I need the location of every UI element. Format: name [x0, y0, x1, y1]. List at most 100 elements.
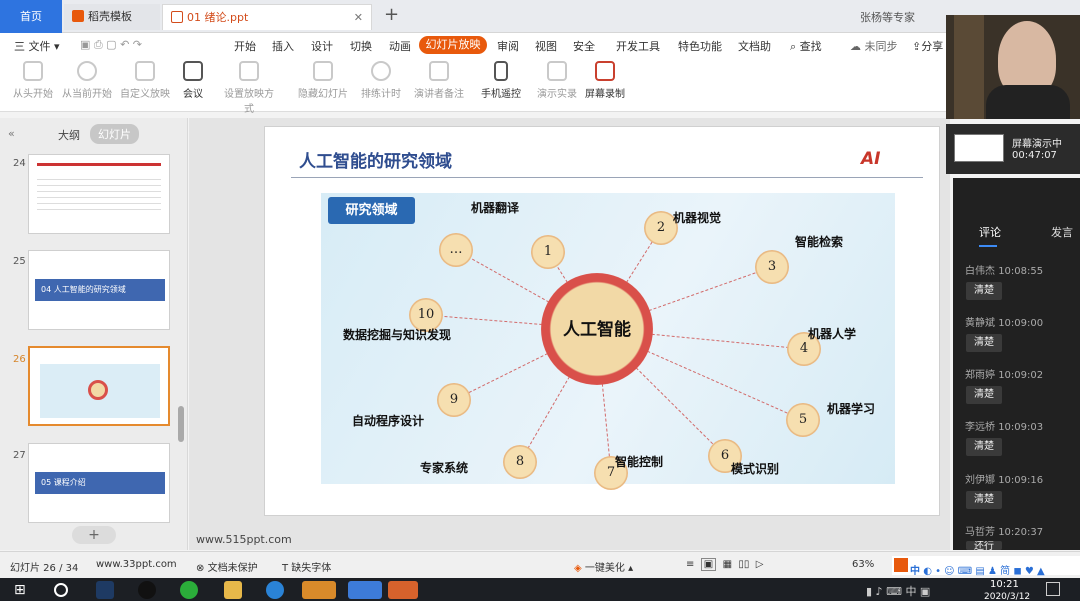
menu-security[interactable]: 安全: [573, 38, 595, 54]
clock-time[interactable]: 10:21: [990, 579, 1019, 590]
menu-insert[interactable]: 插入: [272, 38, 294, 54]
menu-developer[interactable]: 开发工具: [616, 38, 660, 54]
qq-icon[interactable]: [138, 581, 156, 599]
protect-status[interactable]: ⊗ 文档未保护: [196, 559, 258, 574]
record-demo-label: 演示实录: [537, 89, 577, 100]
meeting-app-icon[interactable]: [302, 581, 336, 599]
hide-slide-button[interactable]: 隐藏幻灯片: [294, 61, 352, 100]
tab-slides[interactable]: 幻灯片: [90, 124, 139, 144]
menu-slideshow[interactable]: 幻灯片放映: [419, 36, 487, 54]
ai-logo: AI: [861, 149, 881, 169]
menu-doc-helper[interactable]: 文档助: [738, 38, 771, 54]
play-from-start-button[interactable]: 从头开始: [4, 61, 62, 100]
chat-user: 郑雨婷: [965, 370, 995, 381]
menu-start[interactable]: 开始: [234, 38, 256, 54]
chat-time: 10:09:03: [998, 422, 1044, 433]
shield-icon: ⊗: [196, 563, 205, 574]
chat-user: 马哲芳: [965, 527, 995, 538]
menu-animation[interactable]: 动画: [389, 38, 411, 54]
slide-title[interactable]: 人工智能的研究领域: [299, 147, 452, 172]
share-label: 分享: [921, 40, 944, 53]
play-from-start-label: 从头开始: [13, 89, 53, 100]
ribbon-toolbar: 从头开始 从当前开始 自定义放映 会议 设置放映方式 隐藏幻灯片 排练计时 演讲…: [0, 57, 950, 115]
search-icon[interactable]: [54, 583, 68, 597]
menu-view[interactable]: 视图: [535, 38, 557, 54]
ie-icon[interactable]: [266, 581, 284, 599]
menu-file[interactable]: 三 文件 ▾: [14, 38, 60, 54]
clock-date[interactable]: 2020/3/12: [984, 592, 1030, 601]
research-node-label: 机器学习: [827, 402, 876, 416]
screen-record-button[interactable]: 屏幕录制: [576, 61, 634, 100]
panel-scrollbar[interactable]: [178, 406, 184, 442]
thumb-hub: [88, 380, 108, 400]
research-node-label: 专家系统: [420, 461, 469, 475]
tray-icons[interactable]: ▮ ♪ ⌨ 中 ▣: [866, 583, 930, 599]
wps-presentation-icon[interactable]: [388, 581, 418, 599]
beautify-button[interactable]: ◈ 一键美化 ▴: [574, 559, 633, 574]
close-tab-icon[interactable]: ✕: [354, 5, 363, 31]
phone-remote-button[interactable]: 手机遥控: [472, 61, 530, 100]
wechat-icon[interactable]: [180, 581, 198, 599]
slide-thumbnail-26[interactable]: [28, 346, 170, 426]
zoom-level[interactable]: 63%: [852, 559, 874, 570]
research-node-more: …: [439, 233, 473, 267]
ime-toolbar[interactable]: 中 ◐ • ☺ ⌨ ▤ ♟ 简 ◼ ♥ ▲: [892, 556, 1080, 577]
share-button[interactable]: ⇪分享: [912, 38, 943, 54]
share-preview[interactable]: [954, 134, 1004, 162]
notification-icon[interactable]: [1046, 582, 1060, 596]
slide-number: 25: [13, 256, 26, 267]
account-name[interactable]: 张杨等专家: [860, 9, 915, 25]
font-icon: T: [282, 563, 289, 574]
tab-document-label: 01 绪论.ppt: [187, 11, 249, 24]
slide-thumbnail-25[interactable]: 04 人工智能的研究领域: [28, 250, 170, 330]
chat-reply: 还行: [966, 541, 1002, 550]
notes-view-icon[interactable]: ≡: [686, 559, 694, 570]
menu-review[interactable]: 审阅: [497, 38, 519, 54]
menu-special[interactable]: 特色功能: [678, 38, 722, 54]
wps-writer-icon[interactable]: [348, 581, 382, 599]
folder-icon[interactable]: [224, 581, 242, 599]
photoshop-icon[interactable]: [96, 581, 114, 599]
ime-tool-icons[interactable]: ◐ • ☺ ⌨ ▤ ♟ 简 ◼ ♥ ▲: [923, 566, 1044, 577]
view-switcher[interactable]: ≡ ▣ ▦ ▯▯ ▷: [686, 558, 764, 571]
hide-slide-label: 隐藏幻灯片: [298, 89, 348, 100]
search-button[interactable]: ⌕ 查找: [790, 38, 822, 54]
sync-status[interactable]: ☁ 未同步: [850, 38, 898, 54]
reading-view-icon[interactable]: ▯▯: [738, 559, 749, 570]
rehearse-timing-button[interactable]: 排练计时: [352, 61, 410, 100]
slideshow-view-icon[interactable]: ▷: [756, 559, 764, 570]
tab-document[interactable]: 01 绪论.ppt ✕: [162, 4, 372, 30]
tab-comment[interactable]: 评论: [979, 224, 1001, 240]
template-site[interactable]: www.33ppt.com: [96, 559, 177, 570]
meeting-button[interactable]: 会议: [164, 61, 222, 100]
missing-font[interactable]: T 缺失字体: [282, 559, 331, 574]
slide-thumbnail-24[interactable]: [28, 154, 170, 234]
ime-mode[interactable]: 中: [910, 566, 920, 577]
tab-template[interactable]: 稻壳模板: [64, 4, 160, 30]
add-slide-button[interactable]: +: [72, 526, 116, 544]
tab-outline[interactable]: 大纲: [58, 127, 80, 143]
slideshow-settings-button[interactable]: 设置放映方式: [220, 61, 278, 115]
windows-start-icon[interactable]: ⊞: [14, 581, 32, 599]
collapse-panel-icon[interactable]: «: [8, 127, 15, 140]
play-from-current-button[interactable]: 从当前开始: [58, 61, 116, 100]
screen-share-status: 屏幕演示中 00:47:07: [946, 124, 1080, 174]
menu-transition[interactable]: 切换: [350, 38, 372, 54]
sorter-view-icon[interactable]: ▦: [723, 559, 732, 570]
speaker-notes-button[interactable]: 演讲者备注: [410, 61, 468, 100]
slide-number: 26: [13, 354, 26, 365]
slide-thumbnail-27[interactable]: 05 课程介绍: [28, 443, 170, 523]
research-diagram[interactable]: 研究领域 人工智能 … 1 机器翻译 2 机器视觉 3 智能检索 4 机器人学 5 机器学习 6 模式识…: [321, 193, 895, 490]
chat-message: 白伟杰 10:08:55: [965, 262, 1043, 277]
new-tab-button[interactable]: +: [384, 4, 399, 25]
quick-access-icons[interactable]: ▣ ⎙ ▢ ↶ ↷: [80, 38, 142, 52]
slide-panel: « 大纲 幻灯片 24 25 04 人工智能的研究领域 26 27 05 课程介…: [0, 118, 188, 550]
tab-bar: 首页 稻壳模板 01 绪论.ppt ✕ + 张杨等专家: [0, 0, 1080, 33]
normal-view-icon[interactable]: ▣: [700, 558, 717, 571]
menu-design[interactable]: 设计: [311, 38, 333, 54]
research-node-5: 5: [786, 403, 820, 437]
slide-counter: 幻灯片 26 / 34: [10, 563, 79, 574]
tab-home[interactable]: 首页: [0, 0, 62, 33]
hide-slide-icon: [313, 61, 333, 81]
tab-speak[interactable]: 发言: [1051, 224, 1073, 240]
